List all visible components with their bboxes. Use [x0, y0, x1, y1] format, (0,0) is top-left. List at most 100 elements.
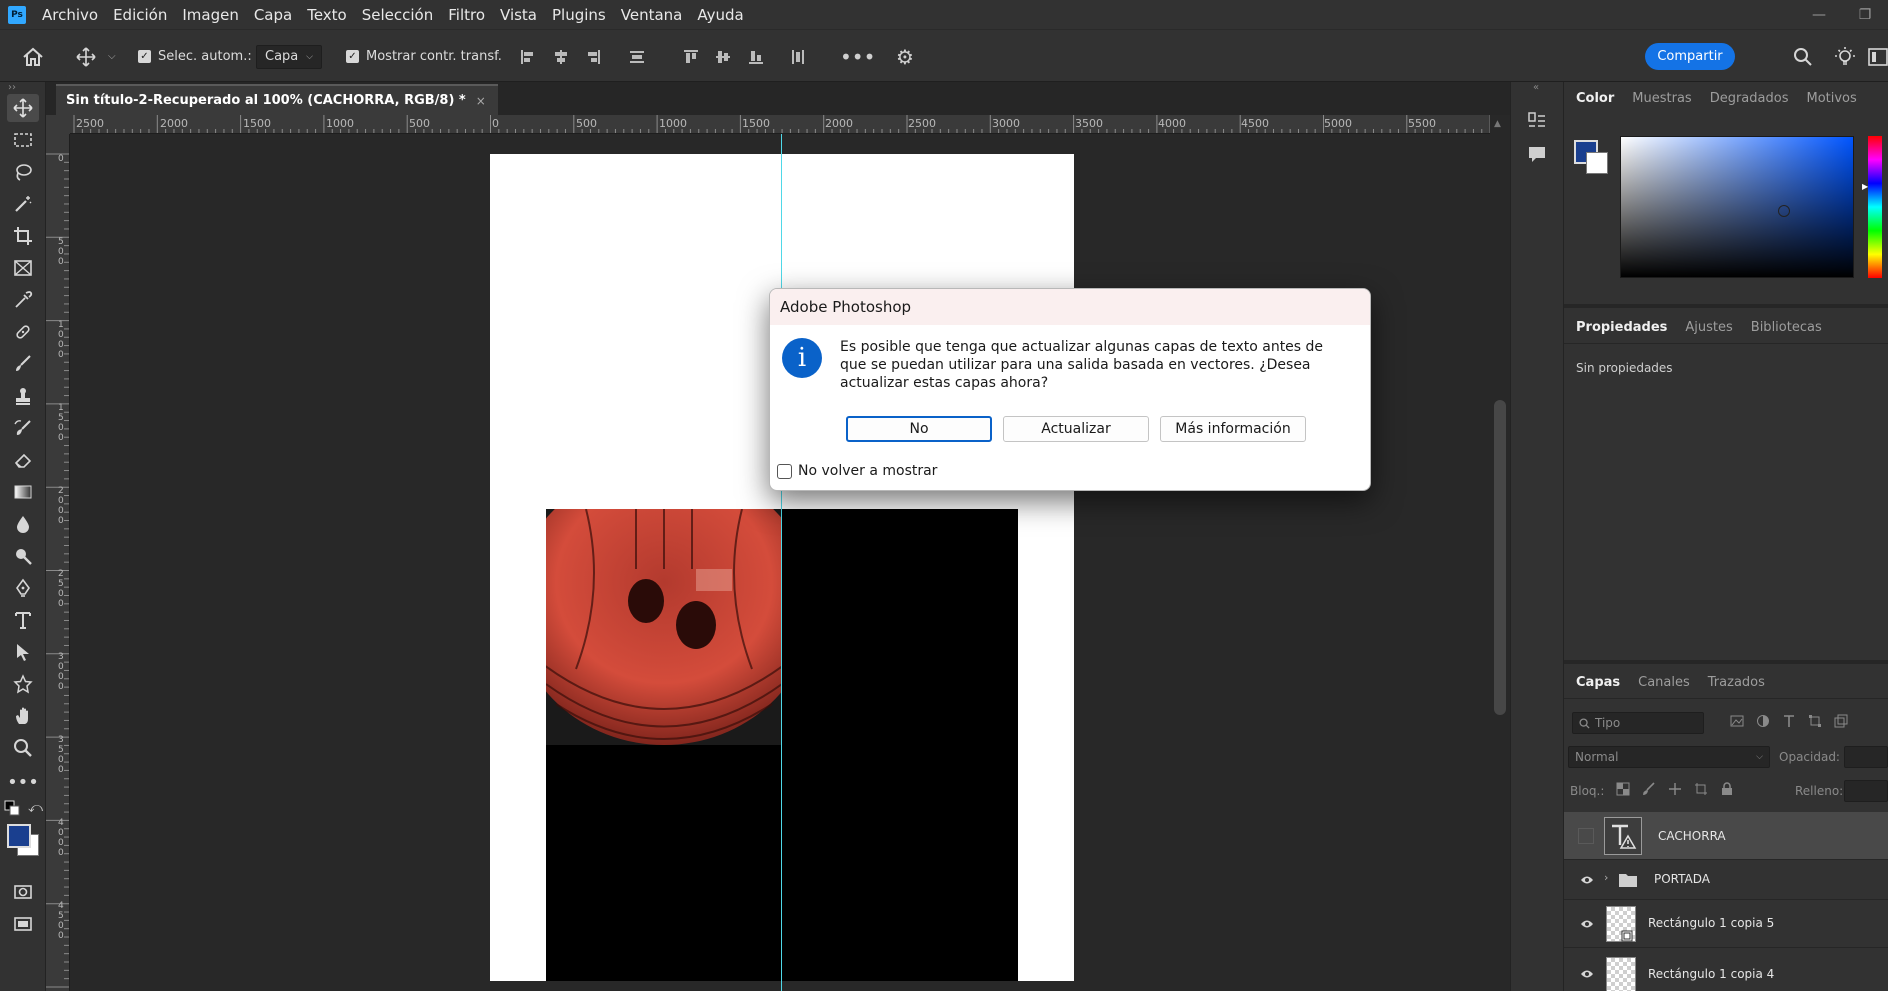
move-tool-icon[interactable] — [7, 94, 39, 122]
magic-wand-tool-icon[interactable] — [7, 190, 39, 218]
filter-pixel-icon[interactable] — [1730, 714, 1744, 731]
layer-row[interactable]: Rectángulo 1 copia 4 — [1564, 948, 1888, 991]
fill-input[interactable] — [1844, 780, 1888, 802]
document-tab[interactable]: Sin título-2-Recuperado al 100% (CACHORR… — [56, 84, 498, 115]
layer-visibility-toggle[interactable] — [1578, 828, 1594, 844]
lightbulb-icon[interactable] — [1834, 30, 1856, 83]
filter-smart-object-icon[interactable] — [1834, 714, 1848, 731]
menu-vista[interactable]: Vista — [500, 6, 537, 24]
dont-show-again-option[interactable]: No volver a mostrar — [777, 463, 937, 479]
hue-slider[interactable] — [1868, 136, 1882, 278]
auto-select-option[interactable]: ✓ Selec. autom.: — [138, 30, 252, 83]
show-transform-checkbox[interactable]: ✓ — [346, 50, 359, 63]
path-selection-tool-icon[interactable] — [7, 638, 39, 666]
frame-tool-icon[interactable] — [7, 254, 39, 282]
align-left-icon[interactable] — [520, 30, 536, 83]
share-button[interactable]: Compartir — [1645, 43, 1735, 70]
tab-propiedades[interactable]: Propiedades — [1576, 320, 1667, 335]
more-options-icon[interactable]: ••• — [840, 30, 875, 83]
menu-seleccion[interactable]: Selección — [362, 6, 434, 24]
tab-capas[interactable]: Capas — [1576, 675, 1620, 690]
home-icon[interactable] — [22, 30, 44, 83]
crop-tool-icon[interactable] — [7, 222, 39, 250]
menu-edicion[interactable]: Edición — [113, 6, 167, 24]
distribute-vertical-icon[interactable] — [629, 30, 645, 83]
tool-preset-chevron-icon[interactable]: ⌵ — [108, 30, 116, 83]
menu-plugins[interactable]: Plugins — [552, 6, 606, 24]
default-colors-icon[interactable] — [4, 800, 20, 819]
chevron-right-icon[interactable]: › — [1604, 871, 1608, 884]
comments-panel-icon[interactable] — [1526, 144, 1548, 166]
hand-tool-icon[interactable] — [7, 702, 39, 730]
minimize-window-button[interactable]: — — [1796, 0, 1842, 29]
quick-mask-icon[interactable] — [7, 878, 39, 906]
more-info-button[interactable]: Más información — [1160, 416, 1306, 442]
color-panel-background-swatch[interactable] — [1586, 152, 1608, 174]
brush-tool-icon[interactable] — [7, 350, 39, 378]
menu-ventana[interactable]: Ventana — [621, 6, 683, 24]
blend-mode-dropdown[interactable]: Normal ⌵ — [1568, 746, 1770, 768]
no-button[interactable]: No — [846, 416, 992, 442]
swap-colors-icon[interactable]: ⤺ — [28, 800, 43, 816]
update-button[interactable]: Actualizar — [1003, 416, 1149, 442]
gradient-tool-icon[interactable] — [7, 478, 39, 506]
opacity-input[interactable] — [1844, 746, 1888, 768]
collapse-toolbar-icon[interactable]: ›› — [8, 82, 16, 93]
healing-brush-tool-icon[interactable] — [7, 318, 39, 346]
align-right-icon[interactable] — [585, 30, 601, 83]
history-panel-icon[interactable] — [1526, 110, 1548, 132]
menu-filtro[interactable]: Filtro — [448, 6, 485, 24]
dodge-tool-icon[interactable] — [7, 542, 39, 570]
filter-adjustment-icon[interactable] — [1756, 714, 1770, 731]
vertical-guide[interactable] — [781, 134, 782, 991]
history-brush-tool-icon[interactable] — [7, 414, 39, 442]
scrollbar-thumb[interactable] — [1494, 400, 1506, 715]
layer-row[interactable]: CACHORRA — [1564, 812, 1888, 860]
canvas-vertical-scrollbar[interactable]: ▲ — [1490, 115, 1510, 991]
gear-icon[interactable]: ⚙ — [896, 30, 914, 83]
blur-tool-icon[interactable] — [7, 510, 39, 538]
show-transform-option[interactable]: ✓ Mostrar contr. transf. — [346, 30, 502, 83]
tab-bibliotecas[interactable]: Bibliotecas — [1751, 320, 1822, 335]
align-top-icon[interactable] — [683, 30, 699, 83]
restore-window-button[interactable]: ❐ — [1842, 0, 1888, 29]
lock-transparent-pixels-icon[interactable] — [1616, 782, 1630, 799]
dont-show-again-checkbox[interactable] — [777, 463, 792, 479]
marquee-tool-icon[interactable] — [7, 126, 39, 154]
lock-all-icon[interactable] — [1720, 782, 1734, 799]
more-tools-icon[interactable]: ••• — [7, 768, 39, 796]
menu-archivo[interactable]: Archivo — [42, 6, 98, 24]
align-bottom-icon[interactable] — [748, 30, 764, 83]
layer-filter-search[interactable]: Tipo — [1572, 712, 1704, 734]
workspace-icon[interactable] — [1868, 30, 1888, 83]
color-picker-field[interactable] — [1620, 136, 1854, 278]
eraser-tool-icon[interactable] — [7, 446, 39, 474]
vertical-ruler[interactable]: 0 500 1000 1500 2000 2500 3000 3500 4000… — [46, 134, 70, 991]
shape-tool-icon[interactable] — [7, 670, 39, 698]
pen-tool-icon[interactable] — [7, 574, 39, 602]
tab-color[interactable]: Color — [1576, 91, 1614, 106]
lock-image-pixels-icon[interactable] — [1642, 782, 1656, 799]
canvas-area[interactable] — [70, 134, 1490, 991]
color-picker-cursor[interactable] — [1778, 205, 1790, 217]
lock-artboard-icon[interactable] — [1694, 782, 1708, 799]
eyedropper-tool-icon[interactable] — [7, 286, 39, 314]
layer-row[interactable]: Rectángulo 1 copia 5 — [1564, 900, 1888, 948]
menu-ayuda[interactable]: Ayuda — [697, 6, 743, 24]
menu-imagen[interactable]: Imagen — [182, 6, 238, 24]
distribute-horizontal-icon[interactable] — [790, 30, 806, 83]
document-canvas[interactable] — [490, 154, 1074, 981]
tab-motivos[interactable]: Motivos — [1806, 91, 1856, 106]
stamp-tool-icon[interactable] — [7, 382, 39, 410]
eye-icon[interactable] — [1580, 969, 1594, 979]
filter-type-icon[interactable] — [1782, 714, 1796, 731]
scroll-up-arrow-icon[interactable]: ▲ — [1494, 119, 1501, 129]
ruler-origin[interactable] — [46, 115, 70, 134]
lock-position-icon[interactable] — [1668, 782, 1682, 799]
foreground-color-swatch[interactable] — [7, 824, 31, 848]
auto-select-target-dropdown[interactable]: Capa ⌵ — [256, 44, 322, 69]
menu-capa[interactable]: Capa — [254, 6, 292, 24]
menu-texto[interactable]: Texto — [307, 6, 347, 24]
lasso-tool-icon[interactable] — [7, 158, 39, 186]
tab-trazados[interactable]: Trazados — [1708, 675, 1765, 690]
